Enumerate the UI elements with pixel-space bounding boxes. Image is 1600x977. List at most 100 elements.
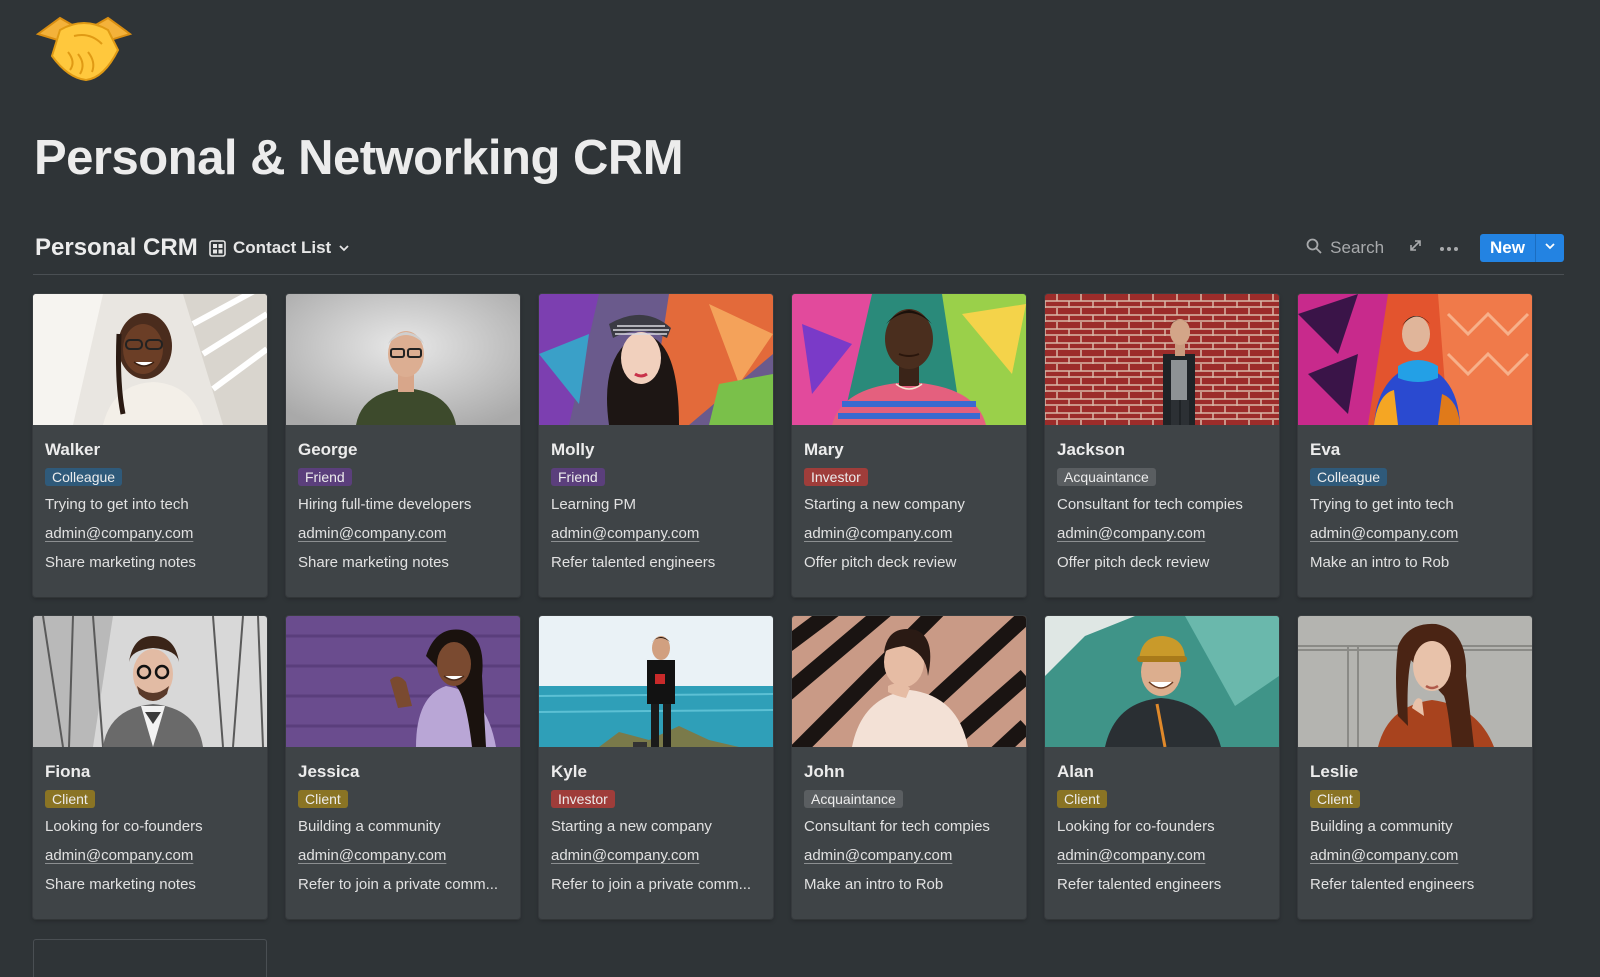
- contact-card[interactable]: George Friend Hiring full-time developer…: [286, 294, 520, 597]
- contact-email[interactable]: admin@company.com: [804, 841, 1014, 870]
- contact-action: Refer talented engineers: [1057, 876, 1222, 893]
- contact-photo: [539, 616, 773, 747]
- contact-action: Refer talented engineers: [551, 554, 716, 571]
- contact-note: Building a community: [1310, 818, 1453, 835]
- view-label: Contact List: [233, 238, 332, 257]
- contact-note: Starting a new company: [551, 818, 712, 835]
- contact-email[interactable]: admin@company.com: [1310, 519, 1520, 548]
- relation-tag: Client: [1310, 790, 1360, 808]
- contact-email[interactable]: admin@company.com: [804, 519, 1014, 548]
- relation-tag: Friend: [298, 468, 352, 486]
- relation-tag: Acquaintance: [804, 790, 903, 808]
- card-body: Molly Friend Learning PM admin@company.c…: [539, 425, 773, 577]
- contact-email[interactable]: admin@company.com: [298, 519, 508, 548]
- contact-photo: [539, 294, 773, 425]
- contact-note: Trying to get into tech: [45, 496, 189, 513]
- contact-card[interactable]: Alan Client Looking for co-founders admi…: [1045, 616, 1279, 919]
- contact-name: Kyle: [551, 762, 587, 781]
- card-body: Jackson Acquaintance Consultant for tech…: [1045, 425, 1279, 577]
- card-body: Leslie Client Building a community admin…: [1298, 747, 1532, 899]
- relation-tag: Investor: [804, 468, 868, 486]
- contact-card[interactable]: Eva Colleague Trying to get into tech ad…: [1298, 294, 1532, 597]
- contact-card[interactable]: Walker Colleague Trying to get into tech…: [33, 294, 267, 597]
- contact-action: Refer to join a private comm...: [551, 876, 752, 893]
- contact-email[interactable]: admin@company.com: [1057, 841, 1267, 870]
- contact-action: Share marketing notes: [45, 554, 196, 571]
- contact-card[interactable]: John Acquaintance Consultant for tech co…: [792, 616, 1026, 919]
- contact-action: Offer pitch deck review: [1057, 554, 1210, 571]
- contact-note: Looking for co-founders: [1057, 818, 1215, 835]
- more-options-button[interactable]: [1436, 235, 1462, 261]
- contact-gallery: Walker Colleague Trying to get into tech…: [33, 294, 1532, 919]
- contact-email[interactable]: admin@company.com: [298, 841, 508, 870]
- contact-card[interactable]: Jessica Client Building a community admi…: [286, 616, 520, 919]
- new-button-group: New: [1480, 234, 1564, 262]
- contact-name: Eva: [1310, 440, 1341, 459]
- contact-note: Learning PM: [551, 496, 637, 513]
- contact-note: Hiring full-time developers: [298, 496, 472, 513]
- contact-note: Starting a new company: [804, 496, 965, 513]
- contact-photo: [792, 616, 1026, 747]
- card-body: Fiona Client Looking for co-founders adm…: [33, 747, 267, 899]
- database-title[interactable]: Personal CRM: [35, 234, 198, 262]
- contact-photo: [1298, 294, 1532, 425]
- contact-photo: [1045, 294, 1279, 425]
- relation-tag: Friend: [551, 468, 605, 486]
- contact-action: Share marketing notes: [298, 554, 449, 571]
- search-icon: [1306, 238, 1322, 259]
- expand-button[interactable]: [1402, 235, 1428, 261]
- contact-action: Share marketing notes: [45, 876, 196, 893]
- database-header: Personal CRM Contact List Search New: [33, 228, 1564, 275]
- card-body: Kyle Investor Starting a new company adm…: [539, 747, 773, 899]
- card-body: Walker Colleague Trying to get into tech…: [33, 425, 267, 577]
- contact-action: Make an intro to Rob: [1310, 554, 1450, 571]
- new-card-placeholder[interactable]: [33, 939, 267, 977]
- ellipsis-icon: [1439, 239, 1459, 257]
- contact-email[interactable]: admin@company.com: [1057, 519, 1267, 548]
- contact-card[interactable]: Molly Friend Learning PM admin@company.c…: [539, 294, 773, 597]
- search-button[interactable]: Search: [1306, 238, 1384, 259]
- contact-photo: [792, 294, 1026, 425]
- contact-action: Refer talented engineers: [1310, 876, 1475, 893]
- page-title: Personal & Networking CRM: [34, 131, 684, 185]
- contact-photo: [33, 294, 267, 425]
- page: Personal & Networking CRM Personal CRM C…: [0, 0, 1600, 977]
- contact-photo: [33, 616, 267, 747]
- contact-email[interactable]: admin@company.com: [551, 519, 761, 548]
- relation-tag: Investor: [551, 790, 615, 808]
- contact-email[interactable]: admin@company.com: [1310, 841, 1520, 870]
- card-body: Eva Colleague Trying to get into tech ad…: [1298, 425, 1532, 577]
- contact-card[interactable]: Fiona Client Looking for co-founders adm…: [33, 616, 267, 919]
- contact-photo: [1045, 616, 1279, 747]
- contact-card[interactable]: Jackson Acquaintance Consultant for tech…: [1045, 294, 1279, 597]
- contact-action: Offer pitch deck review: [804, 554, 957, 571]
- contact-photo: [1298, 616, 1532, 747]
- contact-name: Jessica: [298, 762, 360, 781]
- gallery-view-icon: [209, 239, 226, 257]
- contact-email[interactable]: admin@company.com: [45, 519, 255, 548]
- relation-tag: Colleague: [1310, 468, 1388, 486]
- new-button[interactable]: New: [1480, 234, 1535, 262]
- contact-name: Jackson: [1057, 440, 1126, 459]
- handshake-icon[interactable]: [34, 12, 134, 84]
- new-options-button[interactable]: [1535, 234, 1564, 262]
- contact-card[interactable]: Kyle Investor Starting a new company adm…: [539, 616, 773, 919]
- contact-name: Walker: [45, 440, 101, 459]
- relation-tag: Client: [1057, 790, 1107, 808]
- contact-photo: [286, 294, 520, 425]
- database-actions: Search New: [1306, 233, 1564, 263]
- card-body: John Acquaintance Consultant for tech co…: [792, 747, 1026, 899]
- contact-email[interactable]: admin@company.com: [551, 841, 761, 870]
- contact-name: John: [804, 762, 845, 781]
- contact-card[interactable]: Leslie Client Building a community admin…: [1298, 616, 1532, 919]
- contact-name: George: [298, 440, 358, 459]
- contact-email[interactable]: admin@company.com: [45, 841, 255, 870]
- contact-note: Consultant for tech compies: [804, 818, 990, 835]
- expand-arrows-icon: [1408, 238, 1423, 258]
- relation-tag: Acquaintance: [1057, 468, 1156, 486]
- relation-tag: Client: [45, 790, 95, 808]
- view-switcher[interactable]: Contact List: [209, 237, 350, 259]
- relation-tag: Colleague: [45, 468, 123, 486]
- contact-name: Leslie: [1310, 762, 1359, 781]
- contact-card[interactable]: Mary Investor Starting a new company adm…: [792, 294, 1026, 597]
